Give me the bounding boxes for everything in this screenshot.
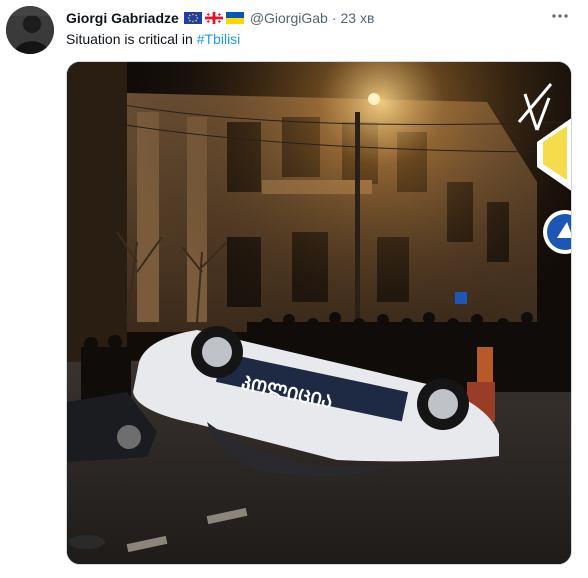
tweet-text: Situation is critical in #Tbilisi [66, 30, 240, 48]
hashtag-link[interactable]: #Tbilisi [197, 31, 241, 47]
more-horizontal-icon [552, 14, 568, 18]
tweet-photo[interactable]: პᲝᲚᲘᲪᲘᲐ [66, 61, 572, 565]
user-handle[interactable]: @GiorgiGab [250, 10, 328, 26]
tweet-text-body: Situation is critical in [66, 31, 197, 47]
more-options-button[interactable] [548, 6, 572, 26]
georgia-flag-icon [204, 12, 223, 24]
ukraine-flag-icon [225, 12, 244, 24]
tweet: Giorgi Gabriadze @GiorgiGab · 23 хв Situ… [0, 0, 588, 578]
display-name[interactable]: Giorgi Gabriadze [66, 10, 179, 26]
tweet-header: Giorgi Gabriadze @GiorgiGab · 23 хв [66, 8, 374, 28]
separator-dot: · [331, 10, 337, 26]
photo-scene: პᲝᲚᲘᲪᲘᲐ [67, 62, 571, 564]
tweet-timestamp[interactable]: 23 хв [341, 10, 375, 26]
avatar[interactable] [6, 6, 54, 54]
eu-flag-icon [183, 12, 202, 24]
